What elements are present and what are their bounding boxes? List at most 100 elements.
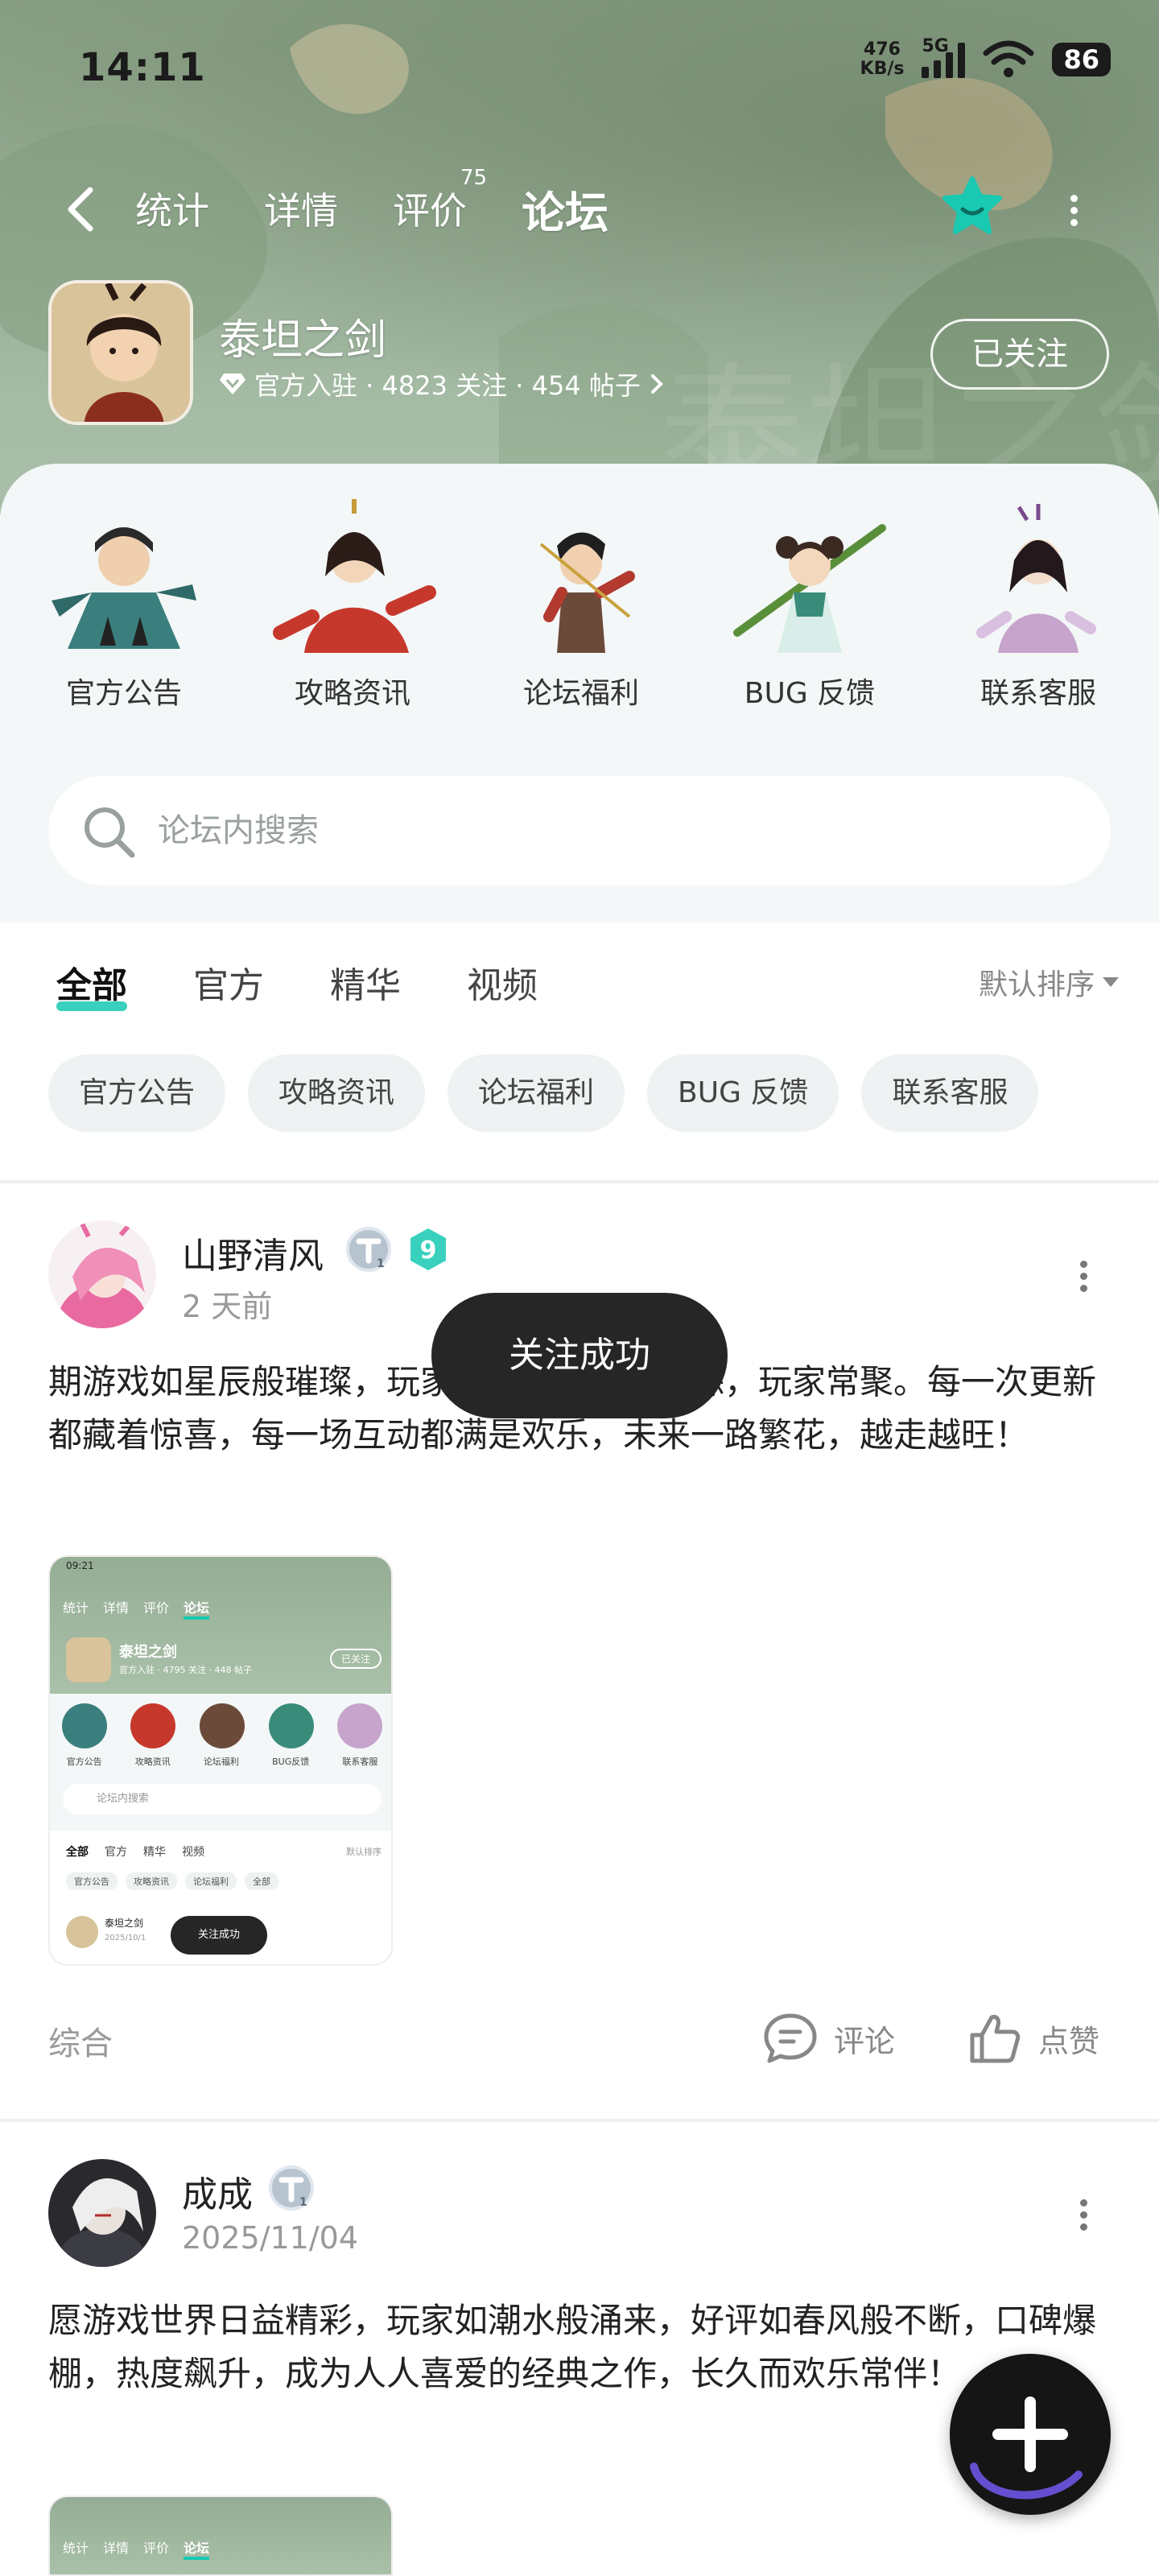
author-badges: 1 9 — [344, 1225, 452, 1274]
category-label: 攻略资讯 — [294, 677, 410, 710]
chip-official-announcements[interactable]: 官方公告 — [48, 1055, 226, 1132]
comment-icon — [764, 2013, 817, 2063]
thumb-category-label: 官方公告 — [66, 1757, 102, 1767]
toast-message: 关注成功 — [431, 1293, 728, 1418]
status-icons: 476 KB/s 5G 86 — [860, 36, 1111, 79]
forum-search-bar[interactable] — [48, 776, 1111, 886]
chip-bug-feedback[interactable]: BUG 反馈 — [647, 1055, 839, 1132]
author-name[interactable]: 山野清风 — [182, 1227, 324, 1278]
status-bar: 14:11 476 KB/s 5G 86 — [0, 0, 1159, 137]
thumb-search: 论坛内搜索 — [63, 1784, 382, 1814]
like-button[interactable]: 点赞 — [966, 2006, 1099, 2070]
comment-button[interactable]: 评论 — [761, 2006, 895, 2070]
search-icon — [85, 807, 135, 858]
thumb-header: 统计 详情 评价 论坛 — [50, 2497, 391, 2574]
battery-indicator: 86 — [1052, 43, 1111, 76]
thumb-sort: 默认排序 — [346, 1847, 382, 1857]
thumb-categories: 官方公告 攻略资讯 论坛福利 BUG反馈 联系客服 论坛内搜索 — [50, 1694, 391, 1831]
post-image-thumbnail[interactable]: 统计 详情 评价 论坛 — [48, 2496, 393, 2576]
post-time: 2 天前 — [182, 1289, 273, 1324]
filter-tab-video[interactable]: 视频 — [467, 956, 538, 1008]
caret-down-icon — [1103, 977, 1119, 987]
thumb-category-label: BUG反馈 — [272, 1757, 310, 1767]
category-customer-service[interactable]: 联系客服 — [950, 496, 1127, 712]
wifi-icon — [983, 40, 1034, 77]
thumb-header: 09:21 统计 详情 评价 论坛 泰坦之剑 官方入驻 · 4795 关注 · … — [50, 1557, 391, 1694]
author-name[interactable]: 成成 — [182, 2165, 253, 2217]
forum-meta-text: 官方入驻 · 4823 关注 · 454 帖子 — [254, 370, 641, 401]
forum-name: 泰坦之剑 — [219, 316, 387, 365]
back-arrow-icon[interactable] — [61, 184, 101, 235]
tab-forum[interactable]: 论坛 — [517, 177, 613, 246]
filter-tab-label: 全部 — [56, 965, 127, 1006]
thumb-category-figure — [130, 1703, 176, 1748]
forum-stats-link[interactable]: 官方入驻 · 4823 关注 · 454 帖子 — [219, 365, 665, 402]
sort-dropdown[interactable]: 默认排序 — [979, 961, 1119, 1003]
chip-guides-news[interactable]: 攻略资讯 — [248, 1055, 426, 1132]
net-speed: 476 KB/s — [860, 40, 905, 79]
more-options-icon[interactable] — [1064, 190, 1083, 238]
chip-forum-benefits[interactable]: 论坛福利 — [448, 1055, 625, 1132]
thumb-filter-tab: 精华 — [143, 1846, 166, 1859]
level-badge-number: 9 — [420, 1236, 437, 1265]
post-filters: 全部 官方 精华 视频 默认排序 官方公告 攻略资讯 论坛福利 BUG 反馈 联… — [0, 923, 1159, 1180]
thumb-tab: 评价 — [143, 1600, 170, 1616]
post-category: 综合 — [48, 2025, 113, 2062]
thumb-chip: 官方公告 — [66, 1872, 118, 1890]
status-time: 14:11 — [79, 45, 206, 90]
filter-tab-all[interactable]: 全部 — [56, 956, 127, 1011]
category-forum-benefits[interactable]: 论坛福利 — [493, 496, 670, 712]
thumb-category-figure — [199, 1703, 245, 1748]
divider — [0, 1180, 1159, 1183]
author-avatar[interactable] — [48, 2159, 156, 2267]
filter-tab-official[interactable]: 官方 — [193, 956, 264, 1008]
thumb-category-figure — [337, 1703, 383, 1748]
top-nav: 统计 详情 评价 75 论坛 — [0, 161, 1159, 258]
fan-lady-figure-icon — [976, 504, 1096, 653]
thumb-forum-name: 泰坦之剑 — [119, 1644, 177, 1661]
thumb-chip: 攻略资讯 — [126, 1872, 177, 1890]
author-badges: 1 — [267, 2164, 316, 2212]
tab-details[interactable]: 详情 — [264, 182, 338, 235]
tab-stats[interactable]: 统计 — [135, 182, 209, 235]
heroine-figure-icon — [273, 499, 436, 653]
search-input[interactable] — [158, 776, 1043, 886]
create-post-button[interactable] — [950, 2354, 1111, 2515]
thumb-category-label: 论坛福利 — [203, 1757, 239, 1767]
chip-customer-service[interactable]: 联系客服 — [861, 1055, 1039, 1132]
level-badge-icon: 9 — [410, 1228, 446, 1270]
thumb-tab: 论坛 — [184, 1597, 210, 1620]
post-more-icon[interactable] — [1075, 1256, 1091, 1304]
thumb-tab: 统计 — [63, 2541, 89, 2556]
tester-badge-icon: 1 — [346, 1227, 391, 1272]
post-footer: 综合 评论 点赞 — [48, 2006, 1111, 2070]
thumb-tabs: 统计 详情 评价 论坛 — [63, 2537, 210, 2560]
category-official-announcements[interactable]: 官方公告 — [35, 496, 212, 712]
category-label: 联系客服 — [980, 677, 1096, 710]
thumb-post-author: 泰坦之剑 — [105, 1918, 144, 1929]
category-guides-news[interactable]: 攻略资讯 — [264, 496, 441, 712]
tester-badge-icon: 1 — [269, 2165, 314, 2211]
thumb-status-time: 09:21 — [66, 1560, 94, 1571]
forum-avatar — [48, 280, 193, 425]
favorite-star-icon[interactable] — [940, 174, 1004, 238]
thumb-filter-tab: 全部 — [66, 1846, 89, 1859]
category-bug-feedback[interactable]: BUG 反馈 — [721, 496, 898, 712]
category-panel: 官方公告 攻略资讯 论坛福利 BUG 反馈 联系客服 论坛内搜索 — [0, 464, 1159, 923]
author-avatar[interactable] — [48, 1220, 156, 1328]
post-more-icon[interactable] — [1075, 2194, 1091, 2243]
thumb-post-avatar — [66, 1916, 98, 1948]
thumb-category-figure — [61, 1703, 107, 1748]
hero-figure-icon — [52, 527, 196, 649]
network-type: 5G — [922, 36, 949, 56]
follow-button[interactable]: 已关注 — [930, 319, 1109, 390]
tab-reviews[interactable]: 评价 — [393, 182, 467, 235]
comment-label: 评论 — [834, 2023, 896, 2059]
forum-header: 泰坦之剑 14:11 476 KB/s 5G 86 统计 详情 评价 — [0, 0, 1159, 515]
warrior-figure-icon — [539, 532, 635, 653]
thumb-filter-tab: 视频 — [182, 1846, 204, 1859]
filter-tab-featured[interactable]: 精华 — [330, 956, 401, 1008]
svg-text:1: 1 — [299, 2196, 307, 2209]
category-label: BUG 反馈 — [744, 677, 876, 710]
post-image-thumbnail[interactable]: 09:21 统计 详情 评价 论坛 泰坦之剑 官方入驻 · 4795 关注 · … — [48, 1555, 393, 1966]
